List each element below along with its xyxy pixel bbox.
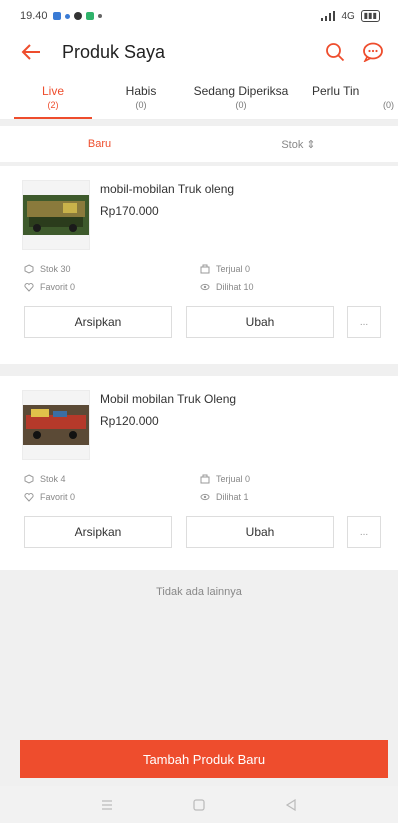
stock-stat: Stok 30 <box>24 264 200 274</box>
more-options-button[interactable]: ... <box>347 306 381 338</box>
status-right: 4G ▮▮▮ <box>321 10 380 22</box>
views-value: Dilihat 1 <box>216 492 249 502</box>
stock-stat: Stok 4 <box>24 474 200 484</box>
sort-bar: Baru Stok ⇕ <box>0 126 398 162</box>
product-card: Mobil mobilan Truk Oleng Rp120.000 Stok … <box>0 376 398 570</box>
add-product-button[interactable]: Tambah Produk Baru <box>20 740 388 778</box>
product-name[interactable]: Mobil mobilan Truk Oleng <box>100 392 236 406</box>
archive-button[interactable]: Arsipkan <box>24 306 172 338</box>
chat-icon[interactable] <box>362 41 384 63</box>
favorite-value: Favorit 0 <box>40 492 76 502</box>
app-notification-icon <box>52 12 61 20</box>
tab-count: (0) <box>135 100 147 110</box>
edit-button[interactable]: Ubah <box>186 516 334 548</box>
product-name[interactable]: mobil-mobilan Truk oleng <box>100 182 234 196</box>
tab-count: (0) <box>235 100 247 110</box>
app-header: Produk Saya <box>0 32 398 72</box>
views-stat: Dilihat 10 <box>200 282 380 292</box>
stock-value: Stok 30 <box>40 264 71 274</box>
stock-value: Stok 4 <box>40 474 66 484</box>
edit-button[interactable]: Ubah <box>186 306 334 338</box>
tab-count: (0) <box>383 100 394 110</box>
product-image[interactable] <box>22 180 90 250</box>
back-arrow-icon[interactable] <box>20 41 42 63</box>
eye-icon <box>200 493 210 501</box>
app-notification-icon <box>73 12 82 20</box>
favorite-stat: Favorit 0 <box>24 492 200 502</box>
battery-icon: ▮▮▮ <box>360 10 380 22</box>
home-icon[interactable] <box>191 797 207 813</box>
app-notification-icon <box>64 13 70 19</box>
stock-icon <box>24 474 34 484</box>
status-bar: 19.40 4G ▮▮▮ <box>0 0 398 32</box>
product-price: Rp120.000 <box>100 414 159 428</box>
header-actions <box>324 41 384 63</box>
sold-icon <box>200 264 210 274</box>
heart-icon <box>24 493 34 502</box>
favorite-stat: Favorit 0 <box>24 282 200 292</box>
back-icon[interactable] <box>283 797 299 813</box>
views-stat: Dilihat 1 <box>200 492 380 502</box>
sold-value: Terjual 0 <box>216 474 251 484</box>
tab-label: Habis <box>125 84 157 98</box>
product-card: mobil-mobilan Truk oleng Rp170.000 Stok … <box>0 166 398 364</box>
tab-label: Perlu Tin <box>312 84 360 98</box>
sort-stock-button[interactable]: Stok ⇕ <box>199 138 398 151</box>
tab-sedang-diperiksa[interactable]: Sedang Diperiksa (0) <box>176 72 306 119</box>
favorite-value: Favorit 0 <box>40 282 76 292</box>
sold-stat: Terjual 0 <box>200 474 380 484</box>
network-type: 4G <box>341 10 355 22</box>
tab-label: Sedang Diperiksa <box>193 84 289 98</box>
heart-icon <box>24 283 34 292</box>
status-time: 19.40 <box>20 10 48 22</box>
signal-icon <box>321 11 336 21</box>
views-value: Dilihat 10 <box>216 282 254 292</box>
tab-perlu-tindakan[interactable]: Perlu Tin (0) <box>306 72 398 119</box>
stock-icon <box>24 264 34 274</box>
app-notification-icon <box>85 12 94 20</box>
notification-icons <box>52 12 102 20</box>
tab-live[interactable]: Live (2) <box>0 72 106 119</box>
menu-icon[interactable] <box>99 797 115 813</box>
more-options-button[interactable]: ... <box>347 516 381 548</box>
product-image[interactable] <box>22 390 90 460</box>
page-title: Produk Saya <box>62 41 166 62</box>
product-price: Rp170.000 <box>100 204 159 218</box>
archive-button[interactable]: Arsipkan <box>24 516 172 548</box>
sold-value: Terjual 0 <box>216 264 251 274</box>
eye-icon <box>200 283 210 291</box>
sold-stat: Terjual 0 <box>200 264 380 274</box>
tab-label: Live <box>41 84 64 98</box>
end-of-list-text: Tidak ada lainnya <box>156 586 242 598</box>
sort-new-button[interactable]: Baru <box>0 138 199 150</box>
search-icon[interactable] <box>324 41 346 63</box>
tab-habis[interactable]: Habis (0) <box>106 72 176 119</box>
status-left: 19.40 <box>20 10 102 22</box>
sold-icon <box>200 474 210 484</box>
system-nav-bar <box>0 786 398 823</box>
tab-count: (2) <box>47 100 59 110</box>
more-notifications-icon <box>97 14 102 18</box>
status-tabs: Live (2) Habis (0) Sedang Diperiksa (0) … <box>0 72 398 120</box>
